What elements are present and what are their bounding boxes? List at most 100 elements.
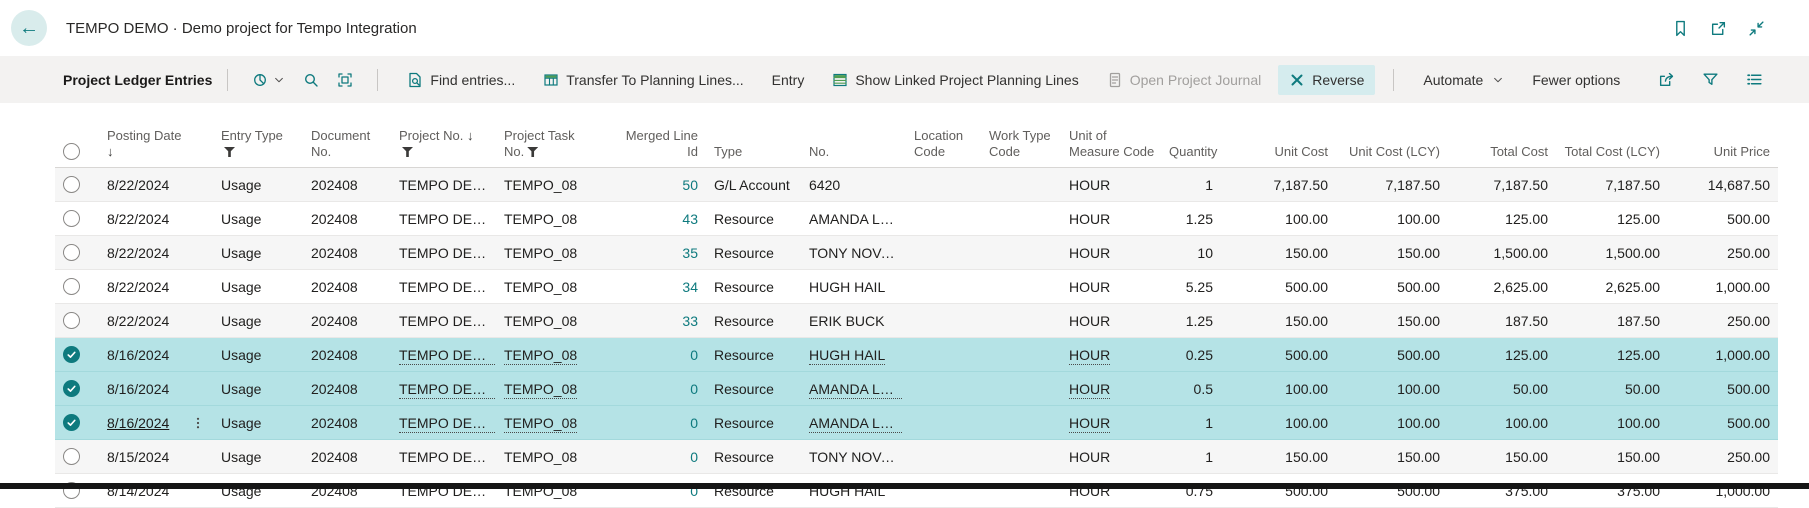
- cell-total_cost[interactable]: 125.00: [1448, 202, 1556, 236]
- column-header-total_cost_lcy[interactable]: Total Cost (LCY): [1556, 103, 1668, 168]
- cell-unit_cost_lcy[interactable]: 150.00: [1336, 304, 1448, 338]
- cell-entry_type[interactable]: Usage: [213, 270, 303, 304]
- row-checkbox[interactable]: [63, 380, 80, 397]
- cell-unit_of_measure_code[interactable]: HOUR: [1061, 304, 1161, 338]
- cell-unit_of_measure_code[interactable]: HOUR: [1061, 440, 1161, 474]
- cell-entry_type[interactable]: Usage: [213, 202, 303, 236]
- cell-type[interactable]: Resource: [706, 372, 801, 406]
- cell-work_type_code[interactable]: [981, 474, 1061, 508]
- cell-project_task_no[interactable]: TEMPO_08: [496, 474, 606, 508]
- cell-total_cost[interactable]: 1,500.00: [1448, 236, 1556, 270]
- cell-unit_cost_lcy[interactable]: 100.00: [1336, 406, 1448, 440]
- cell-unit_of_measure_code[interactable]: HOUR: [1061, 202, 1161, 236]
- cell-project_task_no[interactable]: TEMPO_08: [496, 270, 606, 304]
- cell-unit_of_measure_code[interactable]: HOUR: [1061, 168, 1161, 202]
- cell-type[interactable]: Resource: [706, 440, 801, 474]
- cell-merged_line_id[interactable]: 33: [606, 304, 706, 338]
- cell-total_cost_lcy[interactable]: 187.50: [1556, 304, 1668, 338]
- cell-no[interactable]: HUGH HAIL: [801, 474, 906, 508]
- analyze-button[interactable]: [243, 66, 294, 94]
- cell-unit_cost[interactable]: 500.00: [1221, 338, 1336, 372]
- row-checkbox[interactable]: [63, 244, 80, 261]
- cell-quantity[interactable]: 1.25: [1161, 304, 1221, 338]
- cell-merged_line_id[interactable]: 35: [606, 236, 706, 270]
- column-header-merged_line_id[interactable]: Merged LineId: [606, 103, 706, 168]
- cell-no[interactable]: AMANDA LU...: [801, 372, 906, 406]
- cell-quantity[interactable]: 0.5: [1161, 372, 1221, 406]
- table-row[interactable]: 8/15/2024Usage202408TEMPO DEMOTEMPO_080R…: [55, 440, 1778, 474]
- cell-entry_type[interactable]: Usage: [213, 168, 303, 202]
- action-reverse[interactable]: Reverse: [1278, 65, 1375, 95]
- table-row[interactable]: 8/16/2024Usage202408TEMPO DEMOTEMPO_080R…: [55, 338, 1778, 372]
- cell-quantity[interactable]: 1: [1161, 406, 1221, 440]
- cell-document_no[interactable]: 202408: [303, 474, 391, 508]
- table-row[interactable]: 8/16/2024Usage202408TEMPO DEMOTEMPO_080R…: [55, 372, 1778, 406]
- cell-unit_cost[interactable]: 150.00: [1221, 440, 1336, 474]
- filter-icon[interactable]: [1702, 71, 1719, 88]
- cell-posting_date[interactable]: 8/22/2024: [95, 270, 213, 304]
- popout-icon[interactable]: [1710, 20, 1727, 37]
- cell-unit_cost[interactable]: 7,187.50: [1221, 168, 1336, 202]
- cell-total_cost_lcy[interactable]: 7,187.50: [1556, 168, 1668, 202]
- cell-merged_line_id[interactable]: 0: [606, 338, 706, 372]
- row-context-menu-icon[interactable]: [191, 416, 205, 430]
- cell-location_code[interactable]: [906, 304, 981, 338]
- table-row[interactable]: 8/22/2024Usage202408TEMPO DEMOTEMPO_0843…: [55, 202, 1778, 236]
- column-header-total_cost[interactable]: Total Cost: [1448, 103, 1556, 168]
- row-checkbox[interactable]: [63, 176, 80, 193]
- cell-posting_date[interactable]: 8/15/2024: [95, 440, 213, 474]
- table-row[interactable]: 8/14/2024Usage202408TEMPO DEMOTEMPO_080R…: [55, 474, 1778, 508]
- cell-total_cost_lcy[interactable]: 125.00: [1556, 338, 1668, 372]
- table-row[interactable]: 8/22/2024Usage202408TEMPO DEMOTEMPO_0834…: [55, 270, 1778, 304]
- table-row[interactable]: 8/22/2024Usage202408TEMPO DEMOTEMPO_0835…: [55, 236, 1778, 270]
- cell-total_cost_lcy[interactable]: 2,625.00: [1556, 270, 1668, 304]
- cell-total_cost[interactable]: 50.00: [1448, 372, 1556, 406]
- cell-unit_price[interactable]: 500.00: [1668, 372, 1778, 406]
- cell-project_task_no[interactable]: TEMPO_08: [496, 440, 606, 474]
- cell-no[interactable]: AMANDA LU...: [801, 202, 906, 236]
- cell-unit_of_measure_code[interactable]: HOUR: [1061, 338, 1161, 372]
- cell-merged_line_id[interactable]: 0: [606, 406, 706, 440]
- column-header-unit_cost_lcy[interactable]: Unit Cost (LCY): [1336, 103, 1448, 168]
- cell-location_code[interactable]: [906, 406, 981, 440]
- cell-merged_line_id[interactable]: 50: [606, 168, 706, 202]
- row-checkbox[interactable]: [63, 448, 80, 465]
- cell-location_code[interactable]: [906, 168, 981, 202]
- back-button[interactable]: ←: [11, 10, 47, 46]
- cell-project_no[interactable]: TEMPO DEMO: [391, 270, 496, 304]
- table-row[interactable]: 8/16/2024Usage202408TEMPO DEMOTEMPO_080R…: [55, 406, 1778, 440]
- cell-document_no[interactable]: 202408: [303, 406, 391, 440]
- cell-location_code[interactable]: [906, 440, 981, 474]
- cell-work_type_code[interactable]: [981, 440, 1061, 474]
- cell-total_cost_lcy[interactable]: 150.00: [1556, 440, 1668, 474]
- cell-unit_of_measure_code[interactable]: HOUR: [1061, 474, 1161, 508]
- cell-merged_line_id[interactable]: 0: [606, 372, 706, 406]
- cell-type[interactable]: Resource: [706, 304, 801, 338]
- cell-total_cost_lcy[interactable]: 1,500.00: [1556, 236, 1668, 270]
- column-header-project_no[interactable]: Project No. ↓: [391, 103, 496, 168]
- cell-quantity[interactable]: 0.25: [1161, 338, 1221, 372]
- cell-document_no[interactable]: 202408: [303, 304, 391, 338]
- cell-no[interactable]: HUGH HAIL: [801, 338, 906, 372]
- cell-entry_type[interactable]: Usage: [213, 440, 303, 474]
- cell-project_task_no[interactable]: TEMPO_08: [496, 304, 606, 338]
- cell-total_cost[interactable]: 2,625.00: [1448, 270, 1556, 304]
- cell-quantity[interactable]: 1.25: [1161, 202, 1221, 236]
- cell-unit_of_measure_code[interactable]: HOUR: [1061, 372, 1161, 406]
- cell-unit_of_measure_code[interactable]: HOUR: [1061, 236, 1161, 270]
- cell-quantity[interactable]: 10: [1161, 236, 1221, 270]
- cell-posting_date[interactable]: 8/16/2024: [95, 406, 213, 440]
- cell-type[interactable]: Resource: [706, 236, 801, 270]
- cell-location_code[interactable]: [906, 338, 981, 372]
- table-row[interactable]: 8/22/2024Usage202408TEMPO DEMOTEMPO_0833…: [55, 304, 1778, 338]
- cell-type[interactable]: Resource: [706, 270, 801, 304]
- cell-unit_cost_lcy[interactable]: 150.00: [1336, 440, 1448, 474]
- row-checkbox[interactable]: [63, 414, 80, 431]
- cell-unit_of_measure_code[interactable]: HOUR: [1061, 406, 1161, 440]
- cell-unit_price[interactable]: 1,000.00: [1668, 270, 1778, 304]
- cell-unit_cost[interactable]: 150.00: [1221, 236, 1336, 270]
- action-find-entries[interactable]: Find entries...: [396, 65, 526, 95]
- column-header-type[interactable]: Type: [706, 103, 801, 168]
- cell-unit_cost_lcy[interactable]: 500.00: [1336, 338, 1448, 372]
- action-entry[interactable]: Entry: [761, 65, 816, 95]
